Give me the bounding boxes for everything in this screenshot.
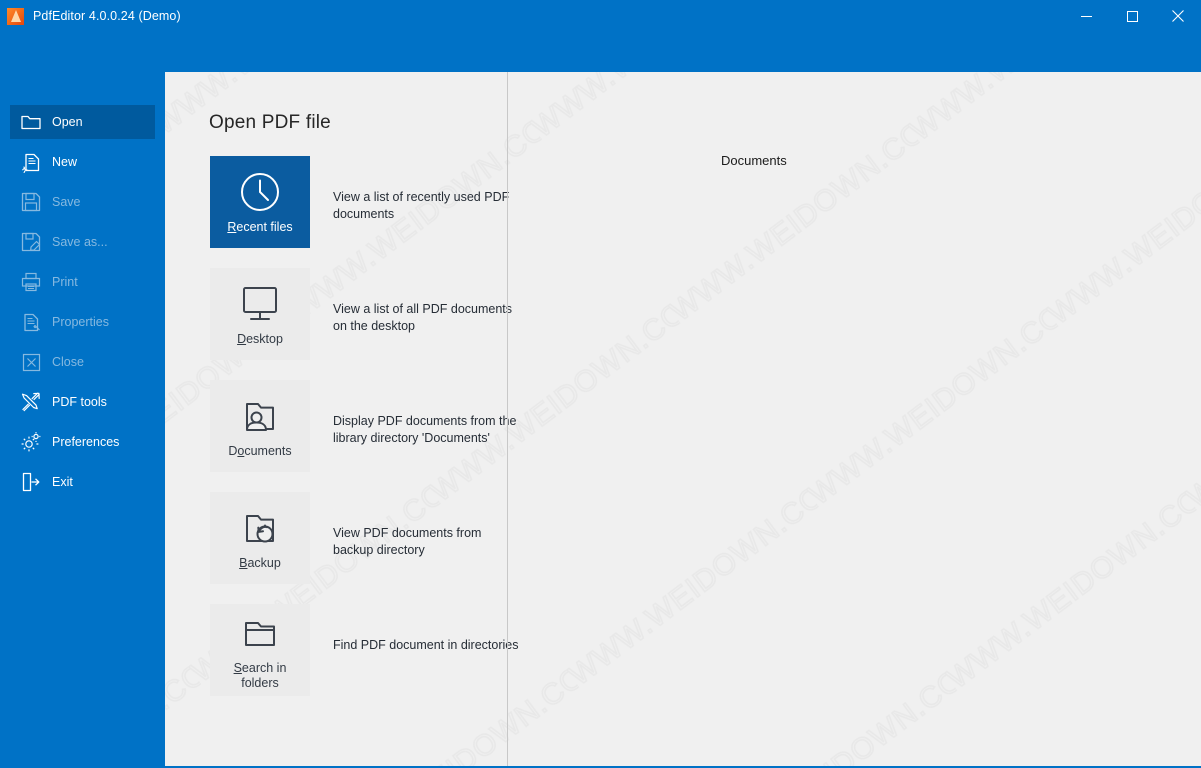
folder-user-icon <box>238 393 282 437</box>
save-as-icon <box>16 229 46 255</box>
monitor-icon <box>238 281 282 325</box>
new-document-icon <box>16 149 46 175</box>
tile-description: View a list of all PDF documents on the … <box>333 302 513 333</box>
folder-restore-icon <box>238 505 282 549</box>
floppy-disk-icon <box>16 189 46 215</box>
printer-icon <box>16 269 46 295</box>
sidebar-item-new[interactable]: New <box>10 145 155 179</box>
tile-recent-files[interactable]: Recent files <box>210 156 310 248</box>
gear-icon <box>16 429 46 455</box>
file-list-pane: Documents <box>508 72 1201 766</box>
sidebar-item-label: Properties <box>52 315 109 329</box>
application-window: PdfEditor 4.0.0.24 (Demo) Open New Save … <box>0 0 1201 768</box>
clock-icon <box>239 169 281 213</box>
folder-icon <box>16 109 46 135</box>
sidebar-item-label: Save <box>52 195 81 209</box>
exit-icon <box>16 469 46 495</box>
folder-open-icon <box>238 610 282 654</box>
open-pdf-pane: Open PDF file Recent files View a list o… <box>165 72 519 766</box>
tools-icon <box>16 389 46 415</box>
maximize-button[interactable] <box>1109 0 1155 32</box>
window-controls <box>1063 0 1201 32</box>
minimize-button[interactable] <box>1063 0 1109 32</box>
title-bar: PdfEditor 4.0.0.24 (Demo) <box>0 0 1201 32</box>
pdfeditor-logo-icon <box>7 7 24 25</box>
content-area: WWW.WEIDOWN.COM Open PDF file Recent fil… <box>165 72 1201 766</box>
sidebar-item-label: New <box>52 155 78 169</box>
tile-label: Backup <box>239 556 281 570</box>
close-box-icon <box>16 349 46 375</box>
sidebar-item-exit[interactable]: Exit <box>10 465 155 499</box>
tile-label: Recent files <box>227 220 293 234</box>
sidebar: Open New Save Save as... Print Propertie… <box>0 32 165 766</box>
sidebar-item-close[interactable]: Close <box>10 345 155 379</box>
tile-search-in-folders[interactable]: Search in folders <box>210 604 310 696</box>
tile-backup[interactable]: Backup <box>210 492 310 584</box>
close-button[interactable] <box>1155 0 1201 32</box>
sidebar-item-preferences[interactable]: Preferences <box>10 425 155 459</box>
tile-description: Display PDF documents from the library d… <box>333 414 517 445</box>
sidebar-item-print[interactable]: Print <box>10 265 155 299</box>
tile-description: View a list of recently used PDF documen… <box>333 190 510 221</box>
sidebar-item-label: Open <box>52 115 83 129</box>
sidebar-item-open[interactable]: Open <box>10 105 155 139</box>
tile-label: Documents <box>228 444 292 458</box>
page-title: Open PDF file <box>209 112 331 133</box>
sidebar-item-save-as[interactable]: Save as... <box>10 225 155 259</box>
tile-documents[interactable]: Documents <box>210 380 310 472</box>
file-list-title: Documents <box>721 153 787 168</box>
sidebar-item-label: Preferences <box>52 435 120 449</box>
sidebar-item-label: Save as... <box>52 235 108 249</box>
sidebar-item-save[interactable]: Save <box>10 185 155 219</box>
tile-description: Find PDF document in directories <box>333 638 519 652</box>
tile-desktop[interactable]: Desktop <box>210 268 310 360</box>
tile-label: Desktop <box>237 332 283 346</box>
sidebar-item-label: Print <box>52 275 78 289</box>
window-title: PdfEditor 4.0.0.24 (Demo) <box>33 9 181 23</box>
sidebar-item-properties[interactable]: Properties <box>10 305 155 339</box>
tile-description: View PDF documents from backup directory <box>333 526 482 557</box>
tile-label: Search in folders <box>233 660 287 690</box>
properties-icon <box>16 309 46 335</box>
sidebar-item-label: Close <box>52 355 84 369</box>
sidebar-item-label: Exit <box>52 475 73 489</box>
sidebar-item-pdf-tools[interactable]: PDF tools <box>10 385 155 419</box>
sidebar-item-label: PDF tools <box>52 395 107 409</box>
